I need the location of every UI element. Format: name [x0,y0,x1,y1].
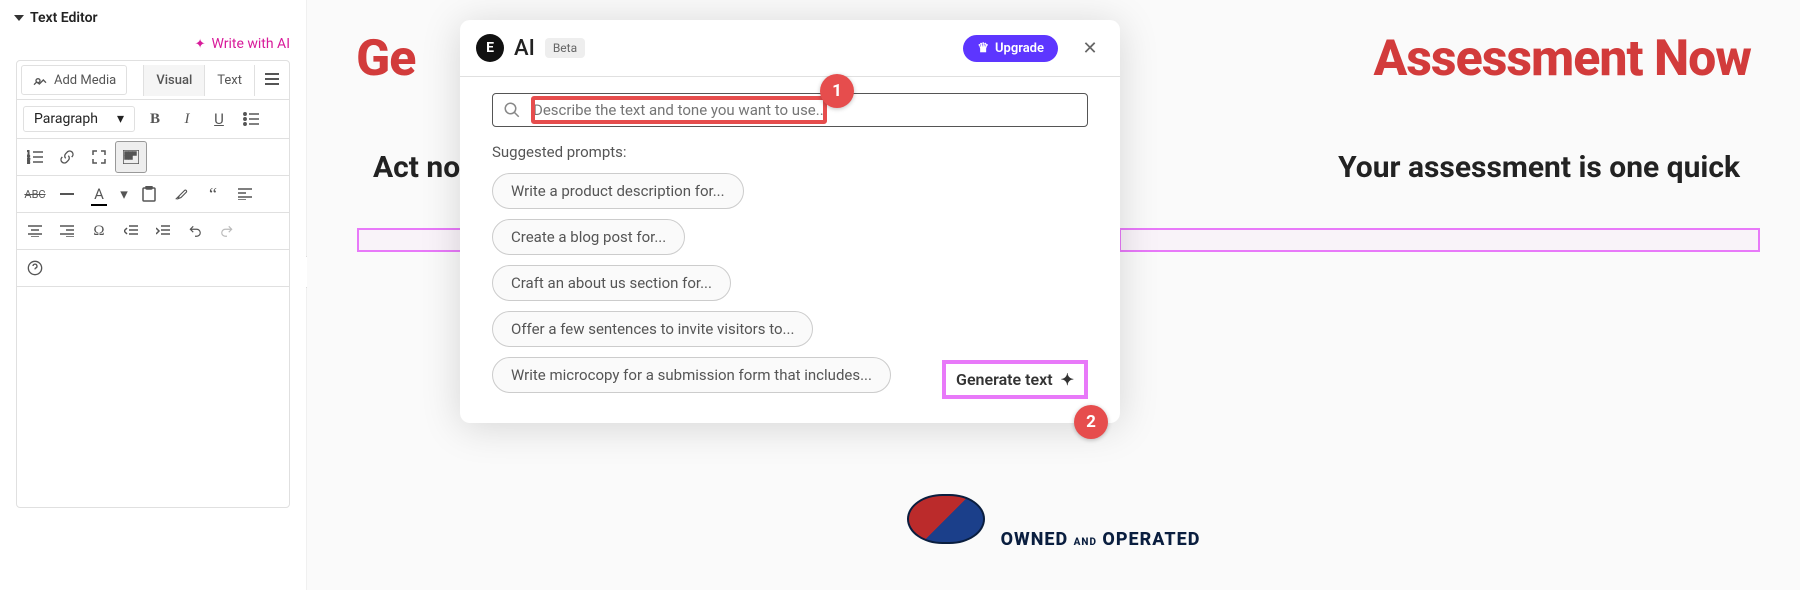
horizontal-rule-button[interactable] [51,178,83,210]
generate-text-button[interactable]: Generate text ✦ [942,360,1088,399]
close-button[interactable]: ✕ [1076,34,1104,62]
write-with-ai-label: Write with AI [211,36,290,52]
editor-content-area[interactable] [17,287,289,507]
upgrade-label: Upgrade [995,41,1044,56]
indent-button[interactable] [147,215,179,247]
callout-1: 1 [820,74,854,108]
prompt-pill[interactable]: Create a blog post for... [492,219,685,255]
help-button[interactable] [19,252,51,284]
undo-button[interactable] [179,215,211,247]
text-color-button[interactable]: A [83,178,115,210]
prompt-pill[interactable]: Craft an about us section for... [492,265,731,301]
badge-text: OWNED AND OPERATED [1001,529,1201,550]
prompt-search-field[interactable] [492,93,1088,127]
write-with-ai-link[interactable]: ✦ Write with AI [0,36,306,52]
underline-button[interactable]: U [203,103,235,135]
clear-formatting-button[interactable] [165,178,197,210]
fullscreen-button[interactable] [83,141,115,173]
toolbar-toggle-button[interactable] [115,141,147,173]
tab-more-icon[interactable] [254,65,289,96]
add-media-label: Add Media [54,73,116,88]
prompt-pill[interactable]: Write a product description for... [492,173,744,209]
prompt-pill[interactable]: Write microcopy for a submission form th… [492,357,891,393]
outdent-button[interactable] [115,215,147,247]
upgrade-button[interactable]: ♛ Upgrade [963,35,1058,62]
panel-title-label: Text Editor [30,10,98,26]
tab-visual[interactable]: Visual [143,65,204,96]
italic-button[interactable]: I [171,103,203,135]
text-editor-toolbar: Add Media Visual Text Paragraph ▾ B I U [16,60,290,508]
flag-icon [907,494,985,544]
align-right-button[interactable] [51,215,83,247]
ai-modal: E AI Beta ♛ Upgrade ✕ Suggested prompts:… [460,20,1120,423]
prompt-input[interactable] [531,100,1077,120]
redo-button[interactable] [211,215,243,247]
bold-button[interactable]: B [139,103,171,135]
elementor-logo-icon: E [476,34,504,62]
paragraph-dropdown[interactable]: Paragraph ▾ [23,106,135,132]
strikethrough-button[interactable]: ABC [19,178,51,210]
svg-text:3: 3 [27,160,30,164]
caret-down-icon [14,15,24,21]
callout-2: 2 [1074,405,1108,439]
tab-text[interactable]: Text [204,65,254,96]
ai-modal-header: E AI Beta ♛ Upgrade ✕ [460,20,1120,76]
chevron-down-icon: ▾ [117,111,124,127]
panel-title[interactable]: Text Editor [0,0,306,36]
search-icon [503,101,521,119]
editor-mode-tabs: Visual Text [143,65,289,96]
add-media-button[interactable]: Add Media [21,65,127,95]
selected-element-outline-right[interactable] [1119,228,1760,252]
editor-side-panel: Text Editor ✦ Write with AI Add Media Vi… [0,0,307,590]
numbered-list-button[interactable]: 123 [19,141,51,173]
blockquote-button[interactable]: “ [197,178,229,210]
sparkles-icon: ✦ [1061,370,1074,389]
special-char-button[interactable]: Ω [83,215,115,247]
sparkles-icon: ✦ [195,37,206,52]
crown-icon: ♛ [977,41,989,56]
prompt-pill[interactable]: Offer a few sentences to invite visitors… [492,311,813,347]
align-center-button[interactable] [19,215,51,247]
media-icon [32,72,48,88]
veteran-badge: OWNED AND OPERATED [894,494,1214,550]
paragraph-label: Paragraph [34,111,98,127]
align-left-button[interactable] [229,178,261,210]
paste-button[interactable] [133,178,165,210]
subheading-right: Your assessment is one quick [1338,150,1740,185]
beta-badge: Beta [545,38,585,58]
generate-text-label: Generate text [956,370,1053,389]
link-button[interactable] [51,141,83,173]
text-color-dropdown[interactable]: ▾ [115,178,133,210]
suggested-prompts-title: Suggested prompts: [492,143,1088,161]
divider [460,76,1120,77]
ai-label: AI [514,36,535,61]
bullet-list-button[interactable] [235,103,267,135]
